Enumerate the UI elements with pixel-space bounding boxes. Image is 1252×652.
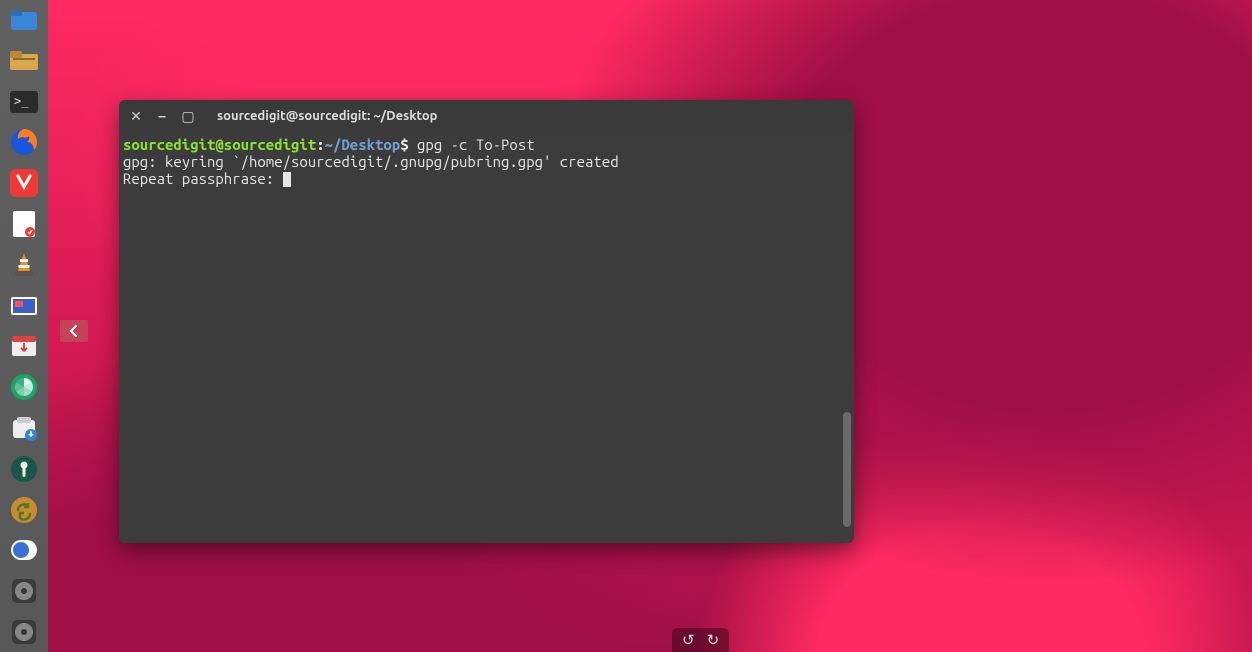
close-icon[interactable]: ✕ <box>129 109 143 123</box>
terminal-prompt2: Repeat passphrase: <box>123 170 283 187</box>
sync-icon[interactable] <box>4 490 44 530</box>
terminal-command: gpg -c To-Post <box>409 136 535 153</box>
reveal-arrow[interactable] <box>60 320 88 342</box>
terminal-title: sourcedigit@sourcedigit: ~/Desktop <box>217 109 437 123</box>
dock: >_ <box>0 0 48 652</box>
terminal-titlebar[interactable]: ✕ – ▢ sourcedigit@sourcedigit: ~/Desktop <box>119 100 854 132</box>
undo-icon[interactable]: ↺ <box>682 631 695 649</box>
terminal-window: ✕ – ▢ sourcedigit@sourcedigit: ~/Desktop… <box>119 100 854 543</box>
file-manager-icon[interactable] <box>4 41 44 81</box>
redo-icon[interactable]: ↻ <box>707 631 720 649</box>
tweaks-icon[interactable] <box>4 531 44 571</box>
disc-icon-1[interactable] <box>4 571 44 611</box>
prompt-path: ~/Desktop <box>325 136 401 153</box>
prompt-dollar: $ <box>400 136 408 153</box>
minimize-icon[interactable]: – <box>155 109 169 123</box>
prompt-user: sourcedigit@sourcedigit <box>123 136 316 153</box>
terminal-output-line: gpg: keyring `/home/sourcedigit/.gnupg/p… <box>123 153 619 170</box>
terminal-icon[interactable]: >_ <box>4 82 44 122</box>
firefox-icon[interactable] <box>4 122 44 162</box>
terminal-cursor <box>283 172 291 187</box>
bottom-controls: ↺ ↻ <box>672 628 729 652</box>
software-install-icon[interactable] <box>4 408 44 448</box>
terminal-body[interactable]: sourcedigit@sourcedigit:~/Desktop$ gpg -… <box>119 132 854 543</box>
software-updater-icon[interactable] <box>4 327 44 367</box>
prompt-colon: : <box>316 136 324 153</box>
shutter-icon[interactable] <box>4 367 44 407</box>
vivaldi-icon[interactable] <box>4 163 44 203</box>
disc-icon-2[interactable] <box>4 612 44 652</box>
screenshot-icon[interactable] <box>4 286 44 326</box>
vlc-icon[interactable] <box>4 245 44 285</box>
notes-icon[interactable] <box>4 204 44 244</box>
svg-text:>_: >_ <box>14 94 29 108</box>
scrollbar-thumb[interactable] <box>843 412 851 527</box>
settings-gear-icon[interactable] <box>4 449 44 489</box>
maximize-icon[interactable]: ▢ <box>181 109 195 123</box>
files-icon[interactable] <box>4 0 44 40</box>
